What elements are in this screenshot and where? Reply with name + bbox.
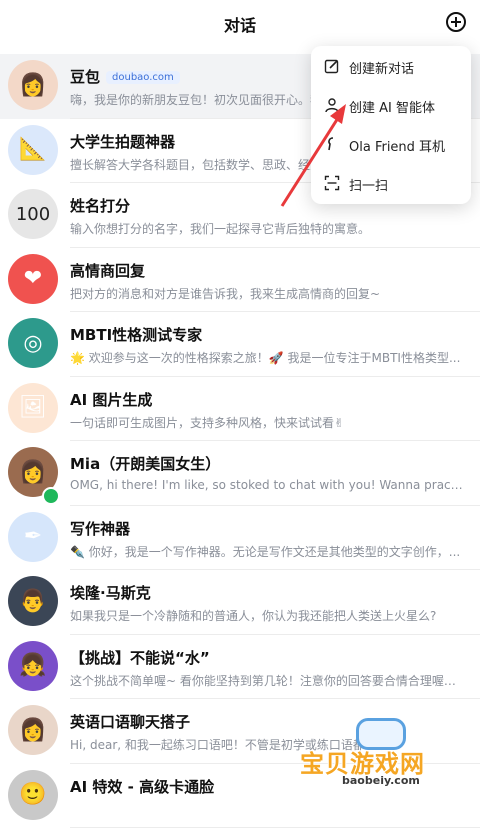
- conversation-title-text: 埃隆·马斯克: [70, 584, 151, 602]
- avatar-glyph: ✒: [8, 512, 58, 562]
- watermark-url: baobeiy.com: [342, 774, 420, 787]
- menu-item-label: 创建新对话: [349, 58, 414, 77]
- conversation-title: 写作神器: [70, 518, 130, 539]
- conversation-title-text: 写作神器: [70, 520, 130, 538]
- conversation-title: 豆包 doubao.com: [70, 66, 180, 87]
- avatar: ◎: [8, 318, 58, 368]
- menu-item-scan[interactable]: 扫一扫: [311, 164, 471, 203]
- conversation-title: AI 特效 - 高级卡通脸: [70, 776, 214, 797]
- avatar: ✒: [8, 512, 58, 562]
- conversation-title-text: 英语口语聊天搭子: [70, 713, 190, 731]
- menu-item-label: 扫一扫: [349, 175, 388, 194]
- plus-circle-icon[interactable]: [446, 12, 466, 32]
- conversation-title: Mia（开朗美国女生）: [70, 453, 220, 474]
- conversation-row[interactable]: 👧 【挑战】不能说“水” 这个挑战不简单喔~ 看你能坚持到第几轮！注意你的回答要合情…: [0, 635, 480, 700]
- conversation-preview: 把对方的消息和对方是谁告诉我，我来生成高情商的回复~: [70, 285, 465, 302]
- avatar-glyph: ❤: [8, 254, 58, 304]
- conversation-preview: 如果我只是一个冷静随和的普通人，你认为我还能把人类送上火星么?: [70, 607, 465, 624]
- conversation-preview: 这个挑战不简单喔~ 看你能坚持到第几轮！注意你的回答要合情合理喔~ ...: [70, 672, 465, 689]
- avatar: 👩: [8, 705, 58, 755]
- edit-icon: [324, 58, 340, 74]
- menu-item-label: Ola Friend 耳机: [349, 136, 445, 155]
- menu-item-ola-friend[interactable]: Ola Friend 耳机: [311, 125, 471, 164]
- conversation-title-text: 【挑战】不能说“水”: [70, 649, 210, 667]
- conversation-title-text: 豆包: [70, 68, 100, 86]
- domain-badge: doubao.com: [106, 71, 180, 84]
- conversation-preview: 🌟 欢迎参与这一次的性格探索之旅！🚀 我是一位专注于MBTI性格类型...: [70, 349, 465, 366]
- avatar: 👧: [8, 641, 58, 691]
- conversation-title: 英语口语聊天搭子: [70, 711, 190, 732]
- avatar: 100: [8, 189, 58, 239]
- avatar-glyph: 📐: [8, 125, 58, 175]
- conversation-row[interactable]: ◎ MBTI性格测试专家 🌟 欢迎参与这一次的性格探索之旅！🚀 我是一位专注于MBT…: [0, 312, 480, 377]
- conversation-title: 【挑战】不能说“水”: [70, 647, 210, 668]
- avatar: 📐: [8, 125, 58, 175]
- conversation-title: MBTI性格测试专家: [70, 324, 202, 345]
- avatar: 🙂: [8, 770, 58, 820]
- conversation-preview: 输入你想打分的名字，我们一起探寻它背后独特的寓意。: [70, 220, 465, 237]
- avatar-glyph: 👩: [8, 705, 58, 755]
- top-bar: 对话: [0, 0, 480, 52]
- conversation-title: 姓名打分: [70, 195, 130, 216]
- conversation-preview: OMG, hi there! I'm like, so stoked to ch…: [70, 478, 465, 492]
- conversation-row[interactable]: 🖼 AI 图片生成一句话即可生成图片，支持多种风格，快来试试看✌: [0, 377, 480, 442]
- conversation-preview: ✒️ 你好，我是一个写作神器。无论是写作文还是其他类型的文字创作，...: [70, 543, 465, 560]
- scan-icon: [324, 175, 340, 191]
- watermark-logo: 宝贝游戏网 baobeiy.com: [300, 716, 450, 786]
- menu-item-label: 创建 AI 智能体: [349, 97, 435, 116]
- add-menu-popup: 创建新对话 创建 AI 智能体 Ola Friend 耳机 扫一扫: [311, 46, 471, 204]
- avatar: 🖼: [8, 383, 58, 433]
- conversation-title: 高情商回复: [70, 260, 145, 281]
- conversation-row[interactable]: 👩Mia（开朗美国女生）OMG, hi there! I'm like, so …: [0, 441, 480, 506]
- conversation-title-text: MBTI性格测试专家: [70, 326, 202, 344]
- conversation-title: 埃隆·马斯克: [70, 582, 151, 603]
- conversation-title: AI 图片生成: [70, 389, 152, 410]
- conversation-title-text: Mia（开朗美国女生）: [70, 455, 220, 473]
- avatar-glyph: 🙂: [8, 770, 58, 820]
- conversation-title-text: 高情商回复: [70, 262, 145, 280]
- conversation-title-text: AI 图片生成: [70, 391, 152, 409]
- conversation-row[interactable]: ❤ 高情商回复把对方的消息和对方是谁告诉我，我来生成高情商的回复~: [0, 248, 480, 313]
- avatar-glyph: 100: [8, 189, 58, 239]
- avatar-glyph: ◎: [8, 318, 58, 368]
- avatar-glyph: 👨: [8, 576, 58, 626]
- conversation-title-text: AI 特效 - 高级卡通脸: [70, 778, 214, 796]
- avatar-glyph: 👩: [8, 60, 58, 110]
- online-status-icon: [42, 487, 60, 505]
- avatar: 👨: [8, 576, 58, 626]
- menu-item-create-agent[interactable]: 创建 AI 智能体: [311, 86, 471, 125]
- conversation-title-text: 大学生拍题神器: [70, 133, 175, 151]
- earphone-icon: [324, 136, 340, 152]
- person-icon: [324, 97, 340, 113]
- conversation-preview: 一句话即可生成图片，支持多种风格，快来试试看✌: [70, 414, 465, 431]
- menu-item-new-chat[interactable]: 创建新对话: [311, 47, 471, 86]
- conversation-title-text: 姓名打分: [70, 197, 130, 215]
- conversation-row[interactable]: ✒ 写作神器 ✒️ 你好，我是一个写作神器。无论是写作文还是其他类型的文字创作，..…: [0, 506, 480, 571]
- page-title: 对话: [0, 12, 480, 36]
- conversation-title: 大学生拍题神器: [70, 131, 175, 152]
- avatar-glyph: 🖼: [8, 383, 58, 433]
- avatar-glyph: 👧: [8, 641, 58, 691]
- avatar: 👩: [8, 60, 58, 110]
- avatar: ❤: [8, 254, 58, 304]
- conversation-row[interactable]: 👨 埃隆·马斯克如果我只是一个冷静随和的普通人，你认为我还能把人类送上火星么?: [0, 570, 480, 635]
